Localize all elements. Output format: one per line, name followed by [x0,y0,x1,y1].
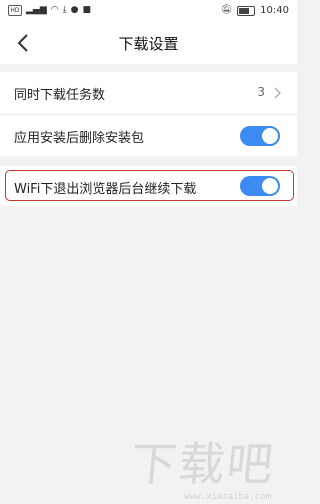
mute-icon: 🔕︎ [220,5,233,15]
wifi-continue-row: WiFi下退出浏览器后台继续下载 [0,166,297,206]
download-icon: ⤓ [62,5,67,15]
status-bar-left: HD ▂▄▆ ◠ ⤓ ● ■ [8,5,91,16]
battery-icon [237,5,256,16]
concurrent-downloads-row[interactable]: 同时下载任务数 3 [0,72,297,114]
status-bar: HD ▂▄▆ ◠ ⤓ ● ■ 🔕︎ 10:40 [0,0,297,22]
signal-icon: ▂▄▆ [26,5,47,15]
toggle-knob [262,178,278,194]
app-icon: ● [70,5,79,15]
concurrent-downloads-label: 同时下载任务数 [14,88,106,103]
page-title: 下载设置 [118,35,179,53]
app-icon-2: ■ [82,5,91,15]
delete-package-row: 应用安装后删除安装包 [0,114,297,157]
wifi-continue-toggle[interactable] [240,176,280,196]
settings-group-2: WiFi下退出浏览器后台继续下载 [0,166,297,206]
delete-package-toggle[interactable] [240,126,280,146]
status-time: 10:40 [260,5,289,16]
watermark-logo: 下载吧 [127,437,278,491]
wifi-continue-label: WiFi下退出浏览器后台继续下载 [14,182,197,197]
watermark-sub-logo: www.xiazaiba.com [184,492,271,502]
wifi-icon: ◠ [50,5,59,15]
hd-icon: HD [8,5,22,16]
header: 下载设置 [0,22,297,64]
concurrent-downloads-value: 3 [257,85,265,99]
delete-package-label: 应用安装后删除安装包 [14,131,145,146]
settings-group-1: 同时下载任务数 3 应用安装后删除安装包 [0,72,297,156]
toggle-knob [262,128,278,144]
status-bar-right: 🔕︎ 10:40 [221,5,289,16]
chevron-right-icon [274,87,281,99]
